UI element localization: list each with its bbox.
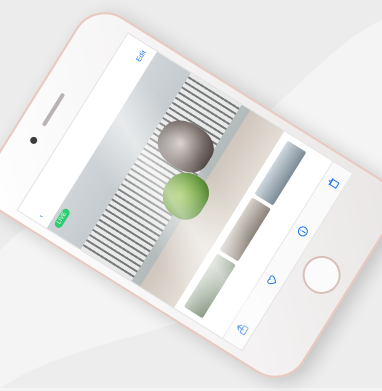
- favorite-icon[interactable]: [264, 272, 281, 289]
- trash-icon[interactable]: [325, 175, 342, 192]
- edit-button[interactable]: Edit: [135, 49, 147, 63]
- share-icon[interactable]: [234, 321, 251, 338]
- back-button[interactable]: ‹: [38, 213, 45, 219]
- info-icon[interactable]: [294, 223, 311, 240]
